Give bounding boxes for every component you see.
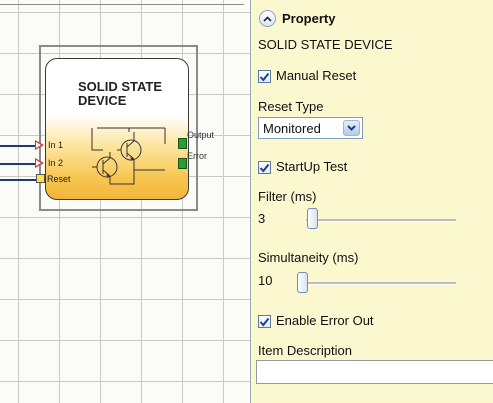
checkmark-icon xyxy=(259,163,270,173)
input-port-label-in1: In 1 xyxy=(48,140,64,150)
chevron-up-icon xyxy=(263,15,272,22)
simultaneity-value: 10 xyxy=(258,273,273,288)
item-description-label: Item Description xyxy=(258,343,352,358)
error-port-label: Error xyxy=(187,151,207,161)
filter-label: Filter (ms) xyxy=(258,189,317,204)
block-title-line1: SOLID STATE xyxy=(78,79,163,94)
diagram-canvas[interactable]: SOLID STATE DEVICE In 1 In 2 Reset Outpu… xyxy=(0,0,251,403)
reset-wire xyxy=(0,179,36,181)
enable-error-out-label: Enable Error Out xyxy=(276,313,374,328)
property-title: Property xyxy=(282,11,336,26)
dropdown-arrow-icon xyxy=(347,125,356,131)
simultaneity-slider-thumb[interactable] xyxy=(297,272,308,293)
block-title: SOLID STATE DEVICE xyxy=(78,80,162,108)
simultaneity-slider-track[interactable] xyxy=(306,282,456,285)
checkmark-icon xyxy=(259,317,270,327)
reset-type-value: Monitored xyxy=(263,121,321,136)
input-port-label-reset: Reset xyxy=(47,174,71,184)
filter-slider-track[interactable] xyxy=(306,219,456,222)
property-panel: Property SOLID STATE DEVICE Manual Reset… xyxy=(251,0,493,403)
device-name: SOLID STATE DEVICE xyxy=(258,37,393,52)
input-wire-1 xyxy=(0,145,36,147)
input-port-in2-arrow-inner xyxy=(36,160,41,166)
property-header: Property xyxy=(259,10,335,27)
simultaneity-label: Simultaneity (ms) xyxy=(258,250,359,265)
manual-reset-checkbox[interactable] xyxy=(258,70,271,83)
canvas-top-border xyxy=(0,4,244,5)
reset-type-select[interactable]: Monitored xyxy=(258,117,363,139)
reset-type-dropdown-button[interactable] xyxy=(343,120,360,136)
transistor-icon xyxy=(91,127,166,185)
input-port-in1-arrow-inner xyxy=(36,142,41,148)
reset-type-label: Reset Type xyxy=(258,99,324,114)
input-wire-2 xyxy=(0,163,36,165)
item-description-input[interactable] xyxy=(256,360,493,384)
startup-test-label: StartUp Test xyxy=(276,159,348,174)
enable-error-out-checkbox[interactable] xyxy=(258,315,271,328)
input-port-label-in2: In 2 xyxy=(48,158,64,168)
filter-slider-thumb[interactable] xyxy=(307,208,318,229)
manual-reset-label: Manual Reset xyxy=(276,68,357,83)
collapse-button[interactable] xyxy=(259,10,276,27)
output-port-label: Output xyxy=(187,130,215,140)
output-port[interactable] xyxy=(178,138,187,149)
startup-test-checkbox[interactable] xyxy=(258,161,271,174)
reset-port[interactable] xyxy=(36,174,45,183)
error-port[interactable] xyxy=(178,158,187,169)
checkmark-icon xyxy=(259,72,270,82)
block-title-line2: DEVICE xyxy=(78,93,127,108)
filter-value: 3 xyxy=(258,211,266,226)
